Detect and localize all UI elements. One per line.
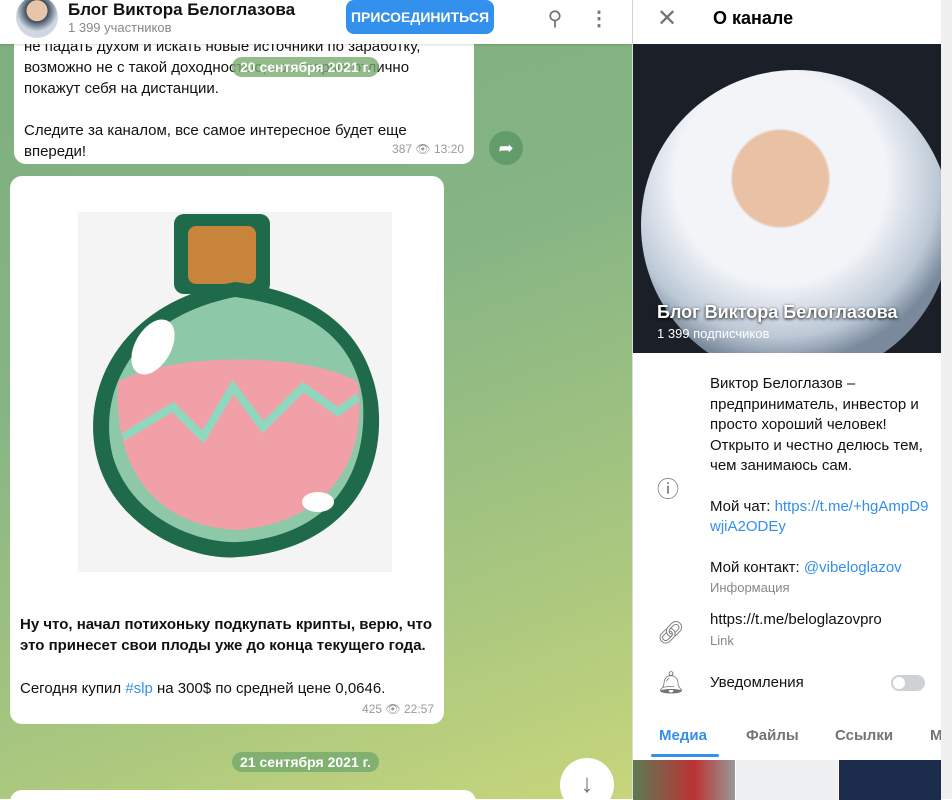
media-thumbnail[interactable]: [736, 760, 838, 800]
notifications-toggle[interactable]: [891, 675, 925, 691]
search-icon[interactable]: ⚲: [543, 6, 567, 30]
views-count: 425: [362, 702, 383, 716]
tab-links[interactable]: Ссылки: [835, 727, 893, 744]
link-label: Link: [710, 632, 734, 648]
bell-icon: 🔔︎: [657, 670, 685, 695]
active-tab-indicator: [651, 754, 719, 757]
eye-icon: 👁: [385, 702, 401, 716]
join-button[interactable]: ПРИСОЕДИНИТЬСЯ: [346, 0, 494, 34]
avatar[interactable]: [16, 0, 58, 38]
views-count: 387: [392, 142, 413, 156]
subscriber-count: 1 399 подписчиков: [657, 326, 770, 341]
chat-label: Мой чат:: [710, 497, 775, 515]
message-time: 22:57: [403, 702, 434, 716]
text-line: Следите за каналом, все самое интересное…: [24, 122, 407, 160]
panel-title: О канале: [713, 8, 794, 28]
message-text: Ну что, начал потихоньку подкупать крипт…: [20, 616, 432, 654]
contact-label: Мой контакт:: [710, 558, 804, 576]
message-time: 13:20: [433, 142, 464, 156]
message-meta: 387 👁 13:20: [392, 139, 464, 160]
date-badge: 21 сентября 2021 г.: [232, 752, 379, 772]
description-text: Виктор Белоглазов – предприниматель, инв…: [710, 375, 923, 474]
chat-header: Блог Виктора Белоглазова 1 399 участнико…: [0, 0, 632, 44]
info-icon: ⓘ: [657, 477, 680, 502]
media-tabs: Медиа Файлы Ссылки М: [633, 715, 943, 757]
channel-name: Блог Виктора Белоглазова: [657, 302, 898, 322]
channel-link-row[interactable]: https://t.me/beloglazovpro Link: [710, 610, 935, 651]
message-bubble: не падать духом и искать новые источники…: [14, 30, 474, 164]
channel-link[interactable]: https://t.me/beloglazovpro: [710, 610, 935, 631]
tab-media[interactable]: Медиа: [659, 727, 707, 744]
scroll-down-button[interactable]: ↓: [560, 758, 614, 799]
info-label: Информация: [710, 580, 790, 595]
message-text: Сегодня купил #slp на 300$ по средней це…: [20, 678, 435, 699]
message-meta: 425 👁 22:57: [362, 699, 434, 720]
media-thumbnail[interactable]: [839, 760, 941, 800]
scrollbar[interactable]: [941, 0, 952, 799]
eye-icon: 👁: [415, 142, 431, 156]
text: Сегодня купил: [20, 680, 126, 697]
close-icon[interactable]: ✕: [657, 4, 677, 33]
hashtag-link[interactable]: #slp: [125, 680, 153, 697]
contact-link[interactable]: @vibeloglazov: [804, 559, 902, 576]
chat-area: не падать духом и искать новые источники…: [0, 0, 632, 799]
channel-title[interactable]: Блог Виктора Белоглазова: [68, 0, 295, 20]
media-thumbnail[interactable]: [633, 760, 735, 800]
description: Виктор Белоглазов – предприниматель, инв…: [710, 374, 935, 599]
more-icon[interactable]: ⋮: [587, 6, 611, 30]
member-count: 1 399 участников: [68, 20, 172, 35]
tab-files[interactable]: Файлы: [746, 727, 799, 744]
channel-info-panel: ✕ О канале Блог Виктора Белоглазова 1 39…: [632, 0, 943, 800]
channel-photo[interactable]: Блог Виктора Белоглазова 1 399 подписчик…: [633, 44, 942, 353]
date-badge: 20 сентября 2021 г.: [232, 57, 379, 77]
potion-image[interactable]: [78, 212, 392, 572]
message-bubble: Ну что, начал потихоньку подкупать крипт…: [10, 176, 444, 724]
message-bubble: [10, 790, 476, 799]
link-icon: 🔗︎: [657, 620, 685, 645]
text: на 300$ по средней цене 0,0646.: [152, 680, 386, 697]
text-line: покажут себя на дистанции.: [24, 80, 219, 97]
forward-button[interactable]: ➦: [489, 131, 523, 165]
